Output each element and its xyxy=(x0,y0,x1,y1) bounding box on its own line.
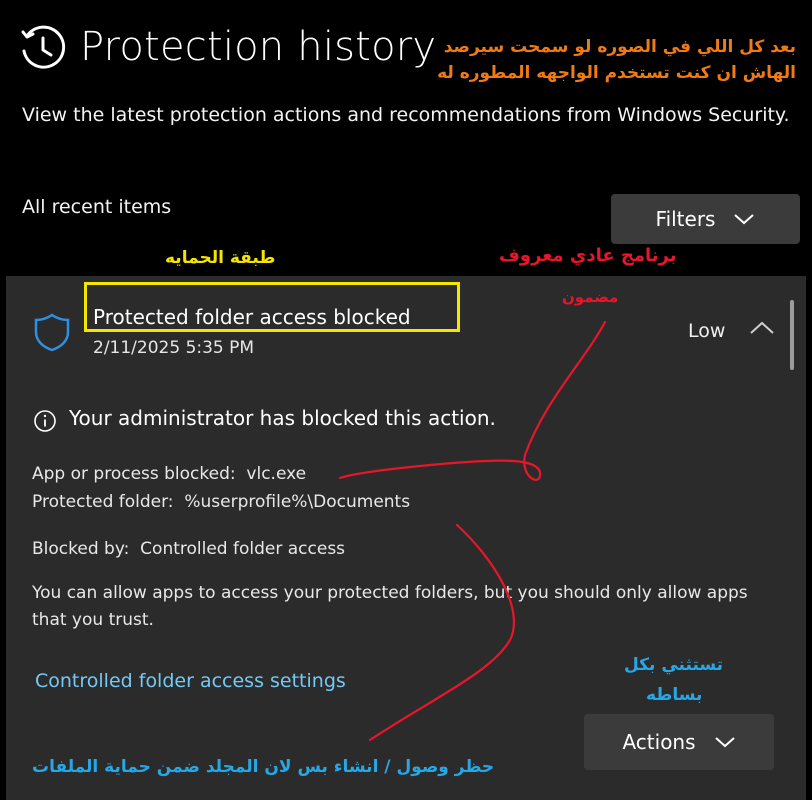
scrollbar-thumb[interactable] xyxy=(790,300,794,370)
annotation-note-line1: بعد كل اللي في الصوره لو سمحت سيرصد xyxy=(443,37,796,57)
severity-label: Low xyxy=(688,320,726,342)
actions-button-label: Actions xyxy=(622,730,696,754)
shield-icon xyxy=(34,313,70,352)
title-highlight-box xyxy=(84,282,460,332)
filters-button[interactable]: Filters xyxy=(611,194,800,244)
annotation-trusted: مضمون xyxy=(562,288,619,306)
annotation-protection-layer: طبقة الحمايه xyxy=(165,248,276,268)
admin-message: Your administrator has blocked this acti… xyxy=(69,406,496,430)
annotation-exclude-line2: بساطه xyxy=(646,685,703,705)
chevron-down-icon xyxy=(714,737,735,748)
page-title: Protection history xyxy=(80,24,437,70)
annotation-note-line2: الهاش ان كنت تستخدم الواجهه المطوره له xyxy=(437,63,796,83)
history-clock-icon xyxy=(21,25,66,69)
filters-button-label: Filters xyxy=(655,207,716,231)
controlled-folder-access-settings-link[interactable]: Controlled folder access settings xyxy=(35,670,346,692)
actions-button[interactable]: Actions xyxy=(584,714,774,770)
annotation-exclude-line1: تستثني بكل xyxy=(624,655,724,675)
chevron-up-icon[interactable] xyxy=(748,318,776,338)
annotation-access-block-note: حظر وصول / انشاء بس لان المجلد ضمن حماية… xyxy=(32,757,495,777)
info-icon xyxy=(34,410,56,432)
section-label: All recent items xyxy=(22,196,172,218)
chevron-down-icon xyxy=(734,214,755,225)
event-timestamp: 2/11/2025 5:35 PM xyxy=(93,338,255,358)
annotation-known-program: برنامج عادي معروف xyxy=(499,245,677,266)
blocked-by-detail: Blocked by: Controlled folder access xyxy=(32,539,346,559)
help-text: You can allow apps to access your protec… xyxy=(32,583,748,630)
app-blocked-detail: App or process blocked: vlc.exe xyxy=(32,464,307,484)
protected-folder-detail: Protected folder: %userprofile%\Document… xyxy=(32,492,411,512)
page-description: View the latest protection actions and r… xyxy=(22,104,790,126)
